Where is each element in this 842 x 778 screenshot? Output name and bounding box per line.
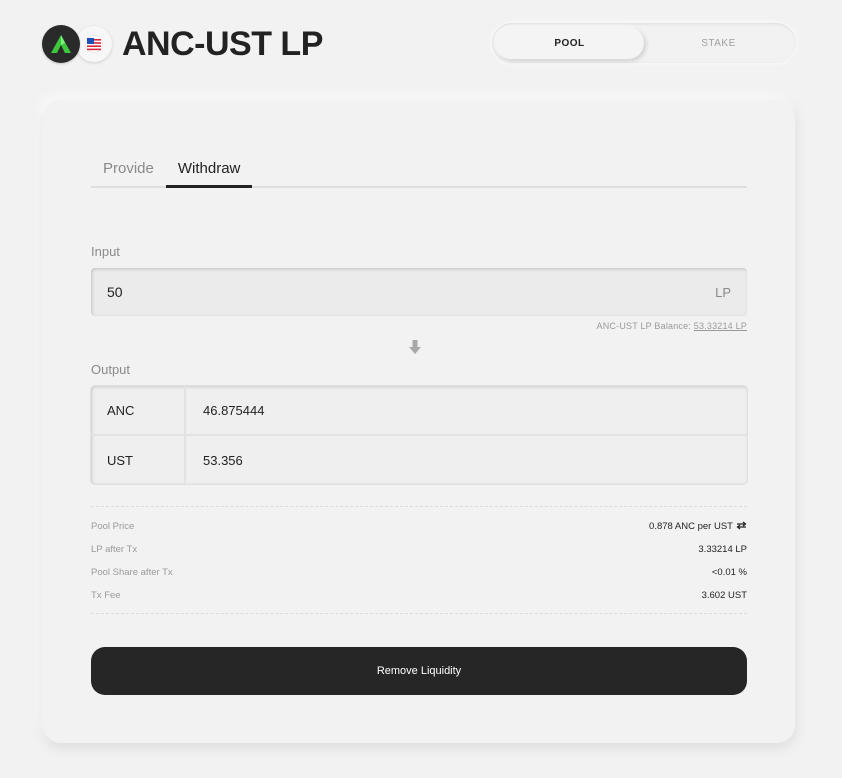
pool-stake-toggle: POOL STAKE [492, 23, 796, 63]
info-row-lp-after: LP after Tx 3.33214 LP [91, 538, 747, 561]
tab-stake[interactable]: STAKE [644, 27, 793, 59]
input-value[interactable]: 50 [107, 284, 123, 300]
output-token: UST [91, 436, 186, 484]
balance-label: ANC-UST LP Balance: [596, 321, 692, 331]
arrow-down-icon [408, 339, 422, 355]
liquidity-card: Provide Withdraw Input 50 LP ANC-UST LP … [43, 100, 795, 743]
anchor-logo-icon [42, 25, 80, 63]
info-label: Pool Price [91, 521, 135, 532]
info-value-pool-price: 0.878 ANC per UST [649, 521, 747, 533]
output-table: ANC 46.875444 UST 53.356 [91, 386, 747, 484]
tab-withdraw[interactable]: Withdraw [165, 150, 253, 188]
lp-amount-input[interactable]: 50 LP [91, 268, 747, 316]
tab-provide[interactable]: Provide [91, 150, 166, 186]
info-value: 3.602 UST [701, 590, 747, 601]
output-amount: 53.356 [203, 452, 243, 468]
info-value: 0.878 ANC per UST [649, 521, 733, 532]
output-token: ANC [91, 386, 186, 434]
output-row-anc: ANC 46.875444 [91, 386, 747, 436]
output-amount: 46.875444 [203, 402, 265, 418]
info-label: Tx Fee [91, 590, 121, 601]
info-value: 3.33214 LP [698, 544, 747, 555]
input-unit: LP [715, 284, 731, 300]
input-label: Input [91, 244, 120, 259]
info-row-pool-share: Pool Share after Tx <0.01 % [91, 561, 747, 584]
balance-max-link[interactable]: 53.33214 LP [694, 321, 747, 331]
info-value: <0.01 % [711, 567, 747, 578]
page-title: ANC-UST LP [122, 24, 323, 63]
lp-balance: ANC-UST LP Balance: 53.33214 LP [597, 321, 747, 331]
tx-info: Pool Price 0.878 ANC per UST LP after Tx… [91, 506, 747, 614]
provide-withdraw-tabs: Provide Withdraw [91, 150, 747, 188]
info-label: LP after Tx [91, 544, 138, 555]
remove-liquidity-button[interactable]: Remove Liquidity [91, 647, 747, 695]
tab-pool[interactable]: POOL [495, 27, 644, 59]
swap-direction-icon[interactable] [736, 521, 747, 533]
page-header: ANC-UST LP [42, 24, 323, 64]
output-label: Output [91, 362, 131, 377]
info-row-tx-fee: Tx Fee 3.602 UST [91, 584, 747, 607]
output-row-ust: UST 53.356 [91, 436, 747, 484]
ust-logo-icon [76, 26, 112, 62]
info-label: Pool Share after Tx [91, 567, 173, 578]
info-row-pool-price: Pool Price 0.878 ANC per UST [91, 515, 747, 538]
